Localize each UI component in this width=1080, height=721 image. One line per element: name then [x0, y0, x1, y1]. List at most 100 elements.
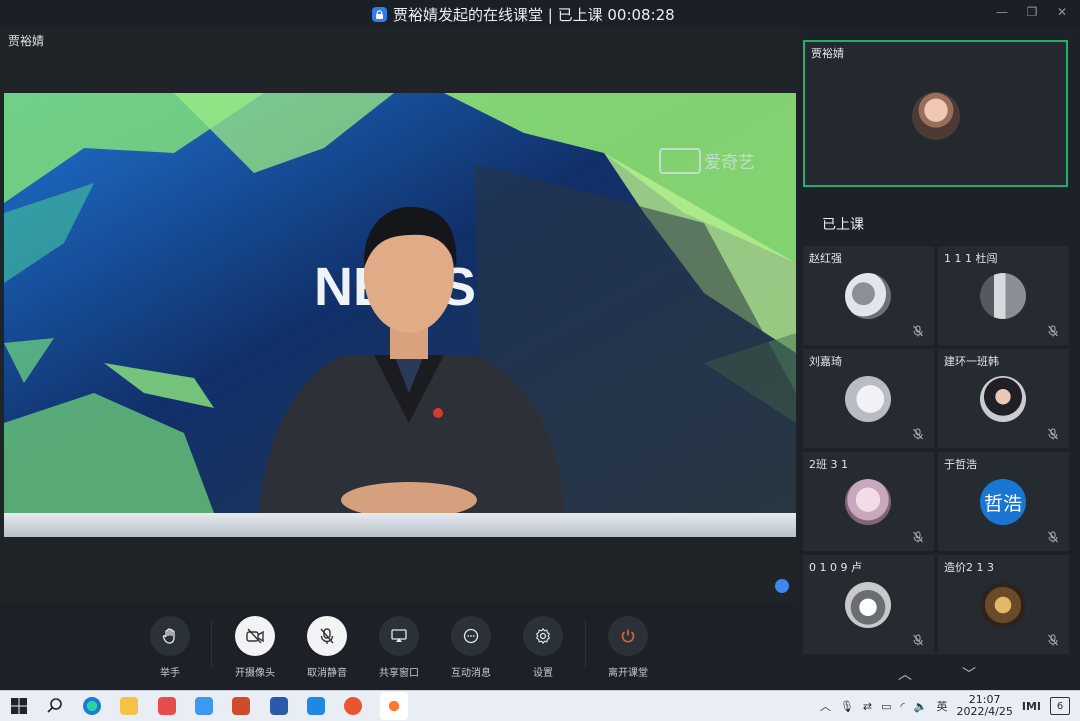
- participant-name: 于哲浩: [944, 458, 977, 471]
- participant-name: 造价2 1 3: [944, 561, 994, 574]
- settings-label: 设置: [533, 668, 553, 679]
- file-explorer-icon[interactable]: [120, 697, 138, 715]
- power-icon: [608, 616, 648, 656]
- avatar: [845, 582, 891, 628]
- participant-name: 建环一班韩: [944, 355, 999, 368]
- news-broadcast-image: NEWS 爱奇艺: [4, 93, 796, 537]
- share-window-label: 共享窗口: [379, 668, 419, 679]
- participant-tile[interactable]: 1 1 1 杜闯: [938, 246, 1069, 345]
- mic-off-icon: [913, 634, 923, 646]
- edge-browser-icon[interactable]: [83, 697, 101, 715]
- wifi-icon[interactable]: ◜: [900, 700, 904, 713]
- mic-off-icon: [1048, 428, 1058, 440]
- mic-off-icon: [913, 428, 923, 440]
- avatar: [845, 273, 891, 319]
- camera-toggle-label: 开摄像头: [235, 668, 275, 679]
- participant-tile[interactable]: 赵红强: [803, 246, 934, 345]
- leave-class-label: 离开课堂: [608, 668, 648, 679]
- app-icon[interactable]: [307, 697, 325, 715]
- share-screen-icon: [379, 616, 419, 656]
- clock-date: 2022/4/25: [956, 705, 1013, 718]
- avatar: [980, 376, 1026, 422]
- avatar: [980, 273, 1026, 319]
- notification-icon[interactable]: 6: [1050, 697, 1070, 715]
- chevron-up-icon[interactable]: ︿: [898, 664, 912, 684]
- cloud-icon[interactable]: [195, 697, 213, 715]
- mic-off-icon: [1048, 634, 1058, 646]
- windows-start-icon[interactable]: [8, 695, 30, 717]
- participant-tile[interactable]: 2班 3 1: [803, 452, 934, 551]
- classroom-app-icon[interactable]: [385, 697, 403, 715]
- toolbar-divider: [585, 620, 586, 668]
- camera-off-icon: [235, 616, 275, 656]
- ime-indicator[interactable]: 英: [936, 698, 947, 714]
- main-video[interactable]: NEWS 爱奇艺: [4, 93, 796, 537]
- raise-hand-icon: [150, 616, 190, 656]
- participant-tile[interactable]: 建环一班韩: [938, 349, 1069, 448]
- chat-icon: [451, 616, 491, 656]
- word-icon[interactable]: [270, 697, 288, 715]
- battery-icon[interactable]: ▭: [881, 700, 891, 713]
- restore-icon[interactable]: ❐: [1024, 4, 1040, 20]
- avatar: [912, 92, 960, 140]
- brand-text: 爱奇艺: [704, 153, 755, 172]
- volume-icon[interactable]: 🔈: [914, 700, 928, 713]
- app-logo-icon[interactable]: IMI: [1022, 700, 1041, 713]
- taskbar: ︿ 🎙 ⇄ ▭ ◜ 🔈 英 21:07 2022/4/25 IMI 6: [0, 690, 1080, 721]
- raise-hand-button[interactable]: 举手: [140, 616, 200, 679]
- chevron-down-icon[interactable]: ﹀: [962, 664, 976, 684]
- window-title: 贾裕婧发起的在线课堂 | 已上课 00:08:28: [393, 6, 675, 24]
- section-title: 已上课: [822, 217, 864, 233]
- participant-name: 2班 3 1: [809, 458, 848, 471]
- window-title-group: 贾裕婧发起的在线课堂 | 已上课 00:08:28: [372, 4, 675, 25]
- camera-toggle-button[interactable]: 开摄像头: [225, 616, 285, 679]
- speaker-name: 贾裕婧: [8, 34, 45, 48]
- system-tray: ︿ 🎙 ⇄ ▭ ◜ 🔈 英 21:07 2022/4/25 IMI 6: [820, 693, 1070, 719]
- lock-icon: [372, 7, 387, 22]
- avatar: [980, 582, 1026, 628]
- participant-tile[interactable]: 于哲浩 哲浩: [938, 452, 1069, 551]
- app-icon[interactable]: [344, 697, 362, 715]
- minimize-icon[interactable]: —: [994, 4, 1010, 20]
- chevron-up-icon[interactable]: ︿: [820, 698, 831, 714]
- chat-button[interactable]: 互动消息: [441, 616, 501, 679]
- gear-icon: [523, 616, 563, 656]
- title-bar: 贾裕婧发起的在线课堂 | 已上课 00:08:28 — ❐ ✕: [0, 0, 1080, 28]
- search-icon[interactable]: [44, 695, 66, 717]
- participant-name: 赵红强: [809, 252, 842, 265]
- close-icon[interactable]: ✕: [1054, 4, 1070, 20]
- microphone-icon[interactable]: 🎙: [840, 700, 854, 713]
- clock[interactable]: 21:07 2022/4/25: [956, 694, 1012, 718]
- sync-icon[interactable]: ⇄: [863, 700, 872, 713]
- chat-label: 互动消息: [451, 668, 491, 679]
- settings-button[interactable]: 设置: [513, 616, 573, 679]
- teacher-video-tile[interactable]: 贾裕婧: [803, 40, 1068, 187]
- powerpoint-icon[interactable]: [232, 697, 250, 715]
- raise-hand-label: 举手: [160, 668, 180, 679]
- share-window-button[interactable]: 共享窗口: [369, 616, 429, 679]
- mic-off-icon: [1048, 531, 1058, 543]
- app-icon[interactable]: [158, 697, 176, 715]
- window-controls: — ❐ ✕: [994, 4, 1070, 20]
- meeting-toolbar: 举手 开摄像头 取消静音 共享窗口 互动消息 设置 离开课堂: [0, 602, 798, 690]
- toolbar-divider: [211, 620, 212, 668]
- participant-tile[interactable]: 造价2 1 3: [938, 555, 1069, 654]
- unmute-label: 取消静音: [307, 668, 347, 679]
- participant-name: 刘嘉琦: [809, 355, 842, 368]
- participant-name: 1 1 1 杜闯: [944, 252, 998, 265]
- mic-off-icon: [307, 616, 347, 656]
- mic-off-icon: [1048, 325, 1058, 337]
- avatar: [845, 479, 891, 525]
- avatar: [845, 376, 891, 422]
- leave-class-button[interactable]: 离开课堂: [598, 616, 658, 679]
- participant-tile[interactable]: 刘嘉琦: [803, 349, 934, 448]
- teacher-name: 贾裕婧: [811, 47, 844, 60]
- participants-panel: 贾裕婧 已上课 赵红强 1 1 1 杜闯 刘嘉琦 建环一班韩 2班 3 1 于哲…: [798, 28, 1080, 690]
- participant-name: 0 1 0 9 卢: [809, 561, 862, 574]
- unmute-button[interactable]: 取消静音: [297, 616, 357, 679]
- picture-in-picture-icon[interactable]: [775, 579, 789, 593]
- participant-tile[interactable]: 0 1 0 9 卢: [803, 555, 934, 654]
- mic-off-icon: [913, 325, 923, 337]
- page-arrows: ︿ ﹀: [898, 664, 976, 684]
- mic-off-icon: [913, 531, 923, 543]
